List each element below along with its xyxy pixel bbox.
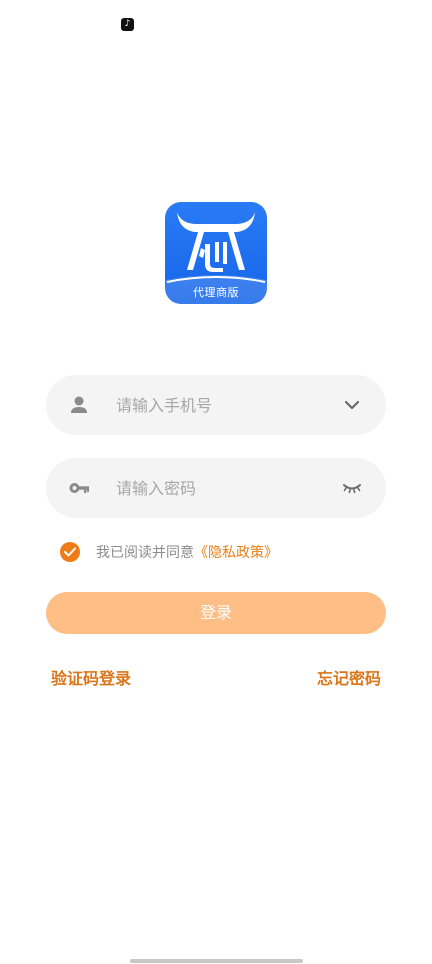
forgot-password-link[interactable]: 忘记密码 (317, 665, 381, 689)
status-bar: ♪ (0, 0, 432, 48)
privacy-policy-link[interactable]: 《隐私政策》 (194, 542, 278, 562)
eye-closed-icon[interactable] (342, 479, 362, 497)
agree-checkbox[interactable] (60, 542, 80, 562)
app-logo: 代理商版 (165, 202, 267, 304)
chevron-down-icon[interactable] (342, 396, 362, 414)
tiktok-icon: ♪ (121, 18, 134, 31)
person-icon (71, 396, 87, 413)
logo-caption: 代理商版 (193, 286, 239, 299)
home-indicator (130, 959, 303, 963)
phone-field[interactable] (46, 375, 386, 435)
agreement-row: 我已阅读并同意 《隐私政策》 (60, 540, 278, 564)
login-button[interactable]: 登录 (46, 592, 386, 634)
password-field[interactable] (46, 458, 386, 518)
sms-login-link[interactable]: 验证码登录 (51, 665, 131, 689)
phone-input[interactable] (116, 375, 326, 435)
check-icon (64, 547, 76, 557)
key-icon (69, 483, 89, 493)
password-input[interactable] (116, 458, 326, 518)
agreement-text: 我已阅读并同意 (96, 545, 194, 561)
